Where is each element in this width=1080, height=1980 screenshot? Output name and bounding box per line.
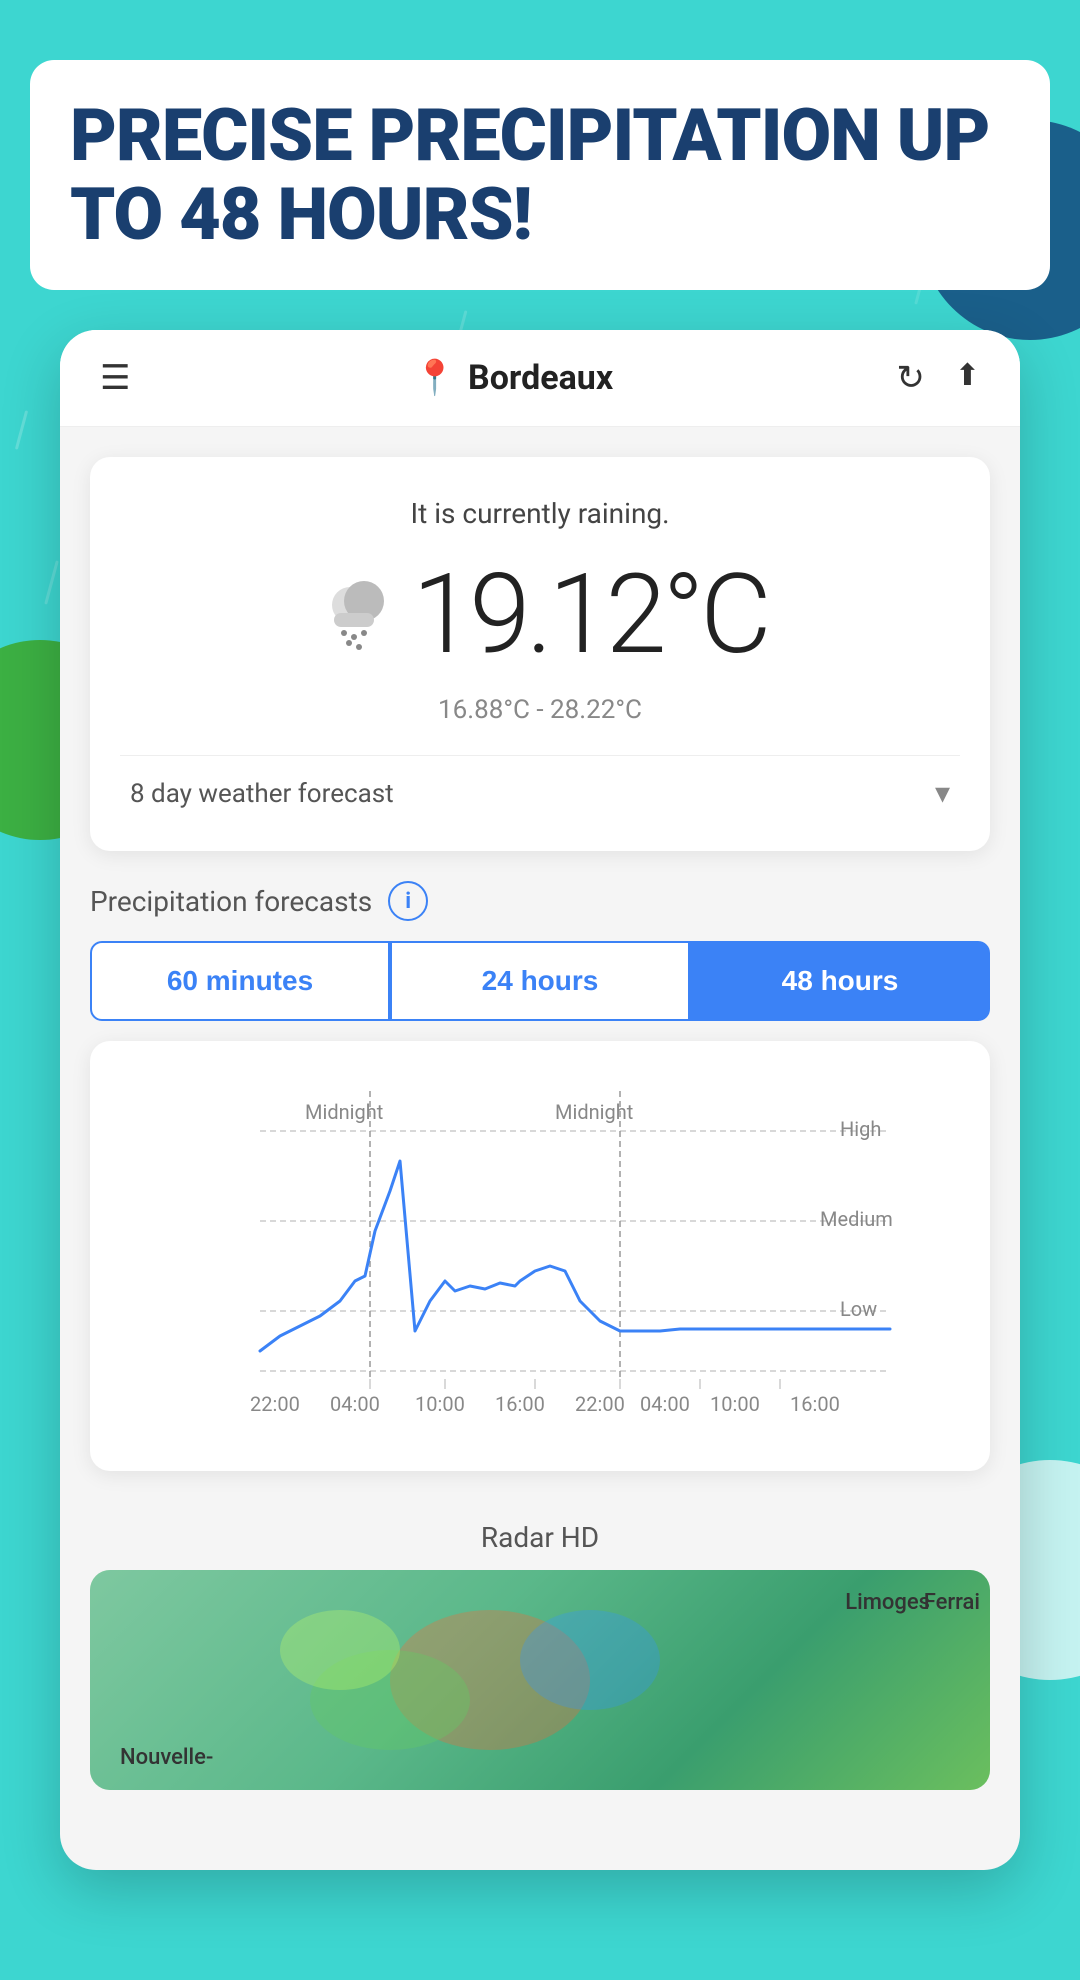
forecast-toggle[interactable]: 8 day weather forecast ▾ <box>120 755 960 811</box>
weather-card: It is currently raining. 19.12°C 16.88°C… <box>90 457 990 851</box>
svg-text:Low: Low <box>840 1297 877 1321</box>
weather-status-text: It is currently raining. <box>120 497 960 530</box>
radar-map[interactable]: Limoges Ferrai Nouvelle- <box>90 1570 990 1790</box>
precipitation-section-header: Precipitation forecasts i <box>60 851 1020 941</box>
svg-text:High: High <box>840 1117 881 1141</box>
map-visual: Limoges Ferrai Nouvelle- <box>90 1570 990 1790</box>
svg-text:22:00: 22:00 <box>250 1392 300 1416</box>
hero-title: PRECISE PRECIPITATION UP TO 48 HOURS! <box>70 96 1010 254</box>
refresh-icon[interactable]: ↻ <box>896 358 925 398</box>
svg-text:10:00: 10:00 <box>710 1392 760 1416</box>
top-navigation: ☰ 📍 Bordeaux ↻ ⬆ <box>60 330 1020 427</box>
svg-text:Midnight: Midnight <box>305 1100 383 1124</box>
menu-icon[interactable]: ☰ <box>100 358 130 398</box>
radar-title: Radar HD <box>90 1501 990 1570</box>
location-display: 📍 Bordeaux <box>414 358 613 398</box>
svg-text:Midnight: Midnight <box>555 1100 633 1124</box>
svg-text:22:00: 22:00 <box>575 1392 625 1416</box>
location-name: Bordeaux <box>468 358 613 398</box>
share-icon[interactable]: ⬆ <box>955 358 980 398</box>
tab-24-hours[interactable]: 24 hours <box>390 941 690 1021</box>
time-tab-row: 60 minutes 24 hours 48 hours <box>90 941 990 1021</box>
svg-text:10:00: 10:00 <box>415 1392 465 1416</box>
forecast-label: 8 day weather forecast <box>130 779 394 809</box>
chart-container: Midnight Midnight High Medium Low 22:00 … <box>130 1071 970 1451</box>
phone-ui-container: ☰ 📍 Bordeaux ↻ ⬆ It is currently raining… <box>60 330 1020 1870</box>
svg-text:Medium: Medium <box>820 1207 893 1231</box>
svg-text:16:00: 16:00 <box>790 1392 840 1416</box>
temperature-range: 16.88°C - 28.22°C <box>120 695 960 725</box>
precipitation-chart-svg: Midnight Midnight High Medium Low 22:00 … <box>130 1071 970 1451</box>
svg-text:16:00: 16:00 <box>495 1392 545 1416</box>
precipitation-title: Precipitation forecasts <box>90 885 372 918</box>
hero-banner: PRECISE PRECIPITATION UP TO 48 HOURS! <box>30 60 1050 290</box>
radar-section: Radar HD Limoges Ferrai Nouvelle- <box>60 1501 1020 1790</box>
tab-48-hours[interactable]: 48 hours <box>690 941 990 1021</box>
precipitation-chart-card: Midnight Midnight High Medium Low 22:00 … <box>90 1041 990 1471</box>
tab-60-minutes[interactable]: 60 minutes <box>90 941 390 1021</box>
map-radar-overlay <box>90 1570 990 1790</box>
temperature-row: 19.12°C <box>120 550 960 679</box>
svg-text:04:00: 04:00 <box>640 1392 690 1416</box>
svg-text:04:00: 04:00 <box>330 1392 380 1416</box>
info-icon[interactable]: i <box>388 881 428 921</box>
temperature-value: 19.12°C <box>412 550 767 679</box>
weather-condition-icon <box>312 575 392 655</box>
location-pin-icon: 📍 <box>414 358 456 398</box>
nav-actions: ↻ ⬆ <box>896 358 980 398</box>
chevron-down-icon: ▾ <box>935 776 950 811</box>
